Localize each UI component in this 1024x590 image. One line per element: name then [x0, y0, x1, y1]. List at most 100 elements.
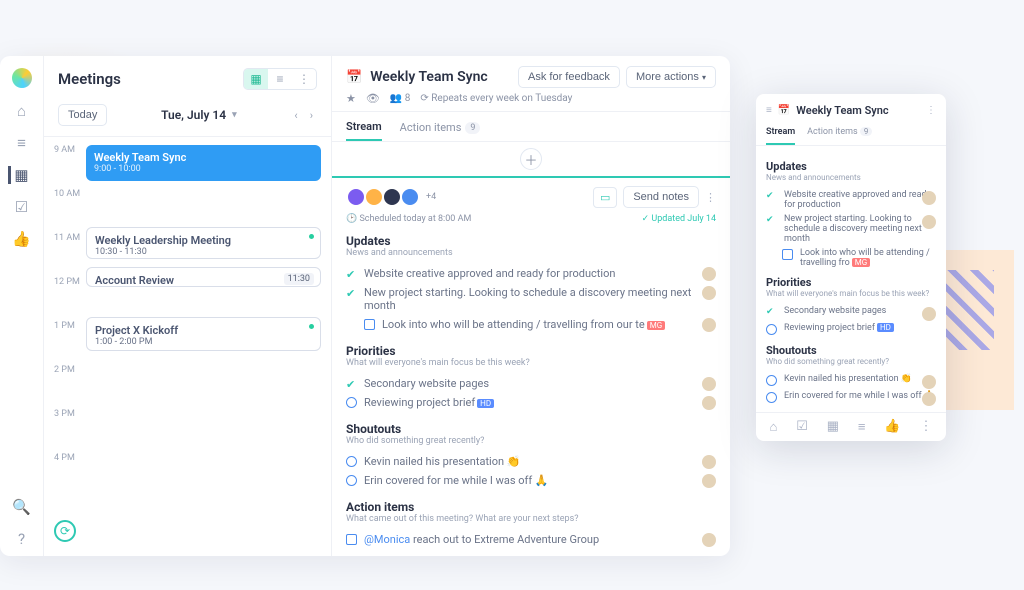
thumbs-up-icon[interactable]: 👍 [13, 230, 31, 248]
tab-stream[interactable]: Stream [346, 120, 382, 141]
list-item[interactable]: Reviewing project briefHD [346, 393, 716, 412]
more-attendees[interactable]: +4 [426, 192, 436, 202]
avatar[interactable] [364, 187, 384, 207]
section-subtitle: News and announcements [766, 173, 936, 182]
list-item[interactable]: ✔Secondary website pages [766, 304, 936, 321]
circle-icon[interactable] [766, 392, 777, 403]
kebab-icon[interactable]: ⋮ [705, 191, 716, 204]
list-item[interactable]: ✔New project starting. Looking to schedu… [766, 212, 936, 246]
video-icon[interactable]: ▭ [593, 187, 617, 208]
next-day-icon[interactable]: › [306, 107, 317, 124]
circle-icon[interactable] [766, 375, 777, 386]
section-title: Shoutouts [346, 422, 716, 436]
circle-icon[interactable] [346, 475, 357, 486]
list-item[interactable]: @Monica reach out to Extreme Adventure G… [346, 530, 716, 549]
calendar-icon[interactable]: ▦ [8, 166, 32, 184]
chevron-down-icon: ▾ [702, 73, 706, 82]
section-subtitle: What will everyone's main focus be this … [766, 289, 936, 298]
event-project-x[interactable]: Project X Kickoff 1:00 - 2:00 PM [86, 317, 321, 351]
section-subtitle: Who did something great recently? [346, 436, 716, 446]
list-item[interactable]: ✔Website creative approved and ready for… [346, 264, 716, 283]
event-weekly-team-sync[interactable]: Weekly Team Sync 9:00 - 10:00 [86, 145, 321, 181]
circle-icon[interactable] [346, 397, 357, 408]
avatar [702, 267, 716, 281]
meetings-title: Meetings [58, 70, 121, 88]
section-title: Priorities [346, 344, 716, 358]
section-subtitle: What came out of this meeting? What are … [346, 514, 716, 524]
avatar[interactable] [346, 187, 366, 207]
kebab-icon[interactable]: ⋮ [926, 105, 936, 116]
check-done-icon: ✔ [766, 307, 778, 319]
refresh-fab[interactable]: ⟳ [54, 520, 76, 542]
home-icon[interactable]: ⌂ [769, 419, 777, 435]
hour-label: 9 AM [54, 145, 75, 155]
avatar [922, 375, 936, 389]
checkbox-icon[interactable] [346, 534, 357, 545]
list-item[interactable]: Look into who will be attending / travel… [346, 315, 716, 334]
stream-icon[interactable]: ≡ [858, 419, 866, 435]
tab-stream[interactable]: Stream [766, 123, 795, 145]
calendar-icon[interactable]: ▦ [827, 419, 839, 435]
list-item[interactable]: Look into who will be attending / travel… [766, 246, 936, 270]
section-title: Priorities [766, 276, 936, 289]
avatar[interactable] [382, 187, 402, 207]
list-item[interactable]: ✔New project starting. Looking to schedu… [346, 283, 716, 315]
mention[interactable]: @Monica [364, 533, 410, 546]
add-button[interactable]: ＋ [520, 148, 542, 170]
circle-icon[interactable] [346, 456, 357, 467]
list-item[interactable]: Erin covered for me while I was off 🙏 [346, 471, 716, 490]
avatar [922, 392, 936, 406]
preview-popup: ≡ 📅 Weekly Team Sync ⋮ Stream Action ite… [756, 94, 946, 441]
list-item[interactable]: Kevin nailed his presentation 👏 [346, 452, 716, 471]
section-title: Action items [346, 500, 716, 514]
tasks-icon[interactable]: ☑ [13, 198, 31, 216]
avatar [922, 307, 936, 321]
list-view-icon[interactable]: ≡ [268, 69, 292, 89]
tasks-icon[interactable]: ☑ [796, 419, 808, 435]
today-button[interactable]: Today [58, 104, 107, 126]
star-icon[interactable]: ★ [346, 92, 356, 105]
home-icon[interactable]: ⌂ [13, 102, 31, 120]
user-tag: HD [477, 399, 494, 408]
tab-action-items[interactable]: Action items 9 [807, 123, 872, 145]
check-done-icon: ✔ [346, 268, 358, 280]
eye-icon[interactable]: 👁 [366, 92, 380, 105]
avatar[interactable] [400, 187, 420, 207]
nav-rail: ⌂ ≡ ▦ ☑ 👍 🔍 ? [0, 56, 44, 556]
checkbox-icon[interactable] [364, 319, 375, 330]
scheduled-label: 🕑 Scheduled today at 8:00 AM [346, 214, 471, 224]
help-icon[interactable]: ? [13, 530, 31, 548]
kebab-icon[interactable]: ⋮ [919, 419, 932, 435]
calendar-view-icon[interactable]: ▦ [244, 69, 268, 89]
prev-day-icon[interactable]: ‹ [290, 107, 301, 124]
send-notes-button[interactable]: Send notes [623, 186, 699, 208]
ask-feedback-button[interactable]: Ask for feedback [518, 66, 620, 88]
thumbs-up-icon[interactable]: 👍 [884, 419, 900, 435]
kebab-icon[interactable]: ⋮ [292, 69, 316, 89]
time-badge: 11:30 [284, 273, 314, 285]
document-panel: 📅 Weekly Team Sync Ask for feedback More… [332, 56, 730, 556]
section-shoutouts: Shoutouts Who did something great recent… [346, 422, 716, 490]
popup-footer: ⌂ ☑ ▦ ≡ 👍 ⋮ [756, 412, 946, 441]
list-item[interactable]: Reviewing project briefHD [766, 321, 936, 338]
circle-icon[interactable] [766, 324, 777, 335]
date-selector[interactable]: Tue, July 14▾ [117, 108, 280, 122]
list-item[interactable]: ✔Website creative approved and ready for… [766, 188, 936, 212]
section-title: Shoutouts [766, 344, 936, 357]
list-item[interactable]: Erin covered for me while I was off 🙏 [766, 389, 936, 406]
checkbox-icon[interactable] [782, 249, 793, 260]
event-leadership[interactable]: Weekly Leadership Meeting 10:30 - 11:30 [86, 227, 321, 259]
section-priorities: Priorities What will everyone's main foc… [346, 344, 716, 412]
list-item[interactable]: Kevin nailed his presentation 👏 [766, 372, 936, 389]
search-icon[interactable]: 🔍 [13, 498, 31, 516]
recurrence: ⟳ Repeats every week on Tuesday [420, 93, 572, 104]
tab-action-items[interactable]: Action items9 [400, 120, 481, 141]
menu-icon[interactable]: ≡ [766, 105, 772, 116]
avatar [702, 286, 716, 300]
list-item[interactable]: ✔Secondary website pages [346, 374, 716, 393]
more-actions-button[interactable]: More actions ▾ [626, 66, 716, 88]
avatar [702, 396, 716, 410]
stream-icon[interactable]: ≡ [13, 134, 31, 152]
event-account-review[interactable]: 11:30 Account Review [86, 267, 321, 287]
section-action-items: Action items What came out of this meeti… [346, 500, 716, 549]
